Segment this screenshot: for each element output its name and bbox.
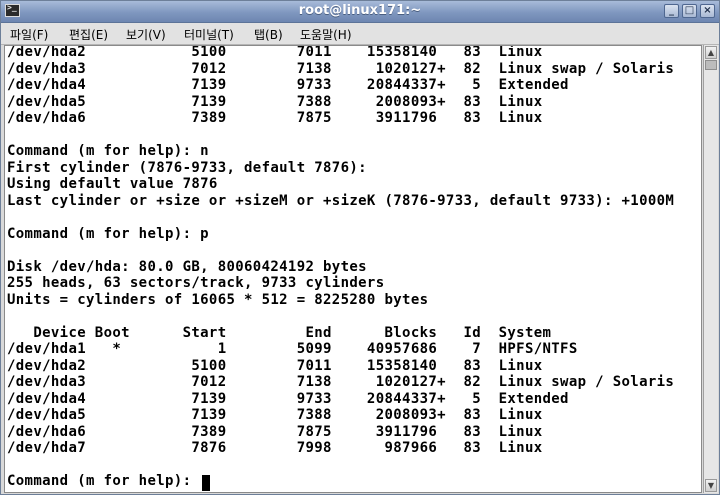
menu-edit[interactable]: 편집(E) [69, 26, 108, 43]
terminal-line: /dev/hda2 5100 7011 15358140 83 Linux [7, 357, 543, 374]
terminal-line: /dev/hda6 7389 7875 3911796 83 Linux [7, 423, 543, 440]
menu-bar: 파일(F) 편집(E) 보기(V) 터미널(T) 탭(B) 도움말(H) [1, 23, 719, 45]
terminal-line: Command (m for help): n [7, 143, 209, 159]
text-cursor [202, 475, 210, 491]
terminal-line: Using default value 7876 [7, 176, 218, 192]
terminal-line: /dev/hda3 7012 7138 1020127+ 82 Linux sw… [7, 374, 675, 390]
terminal-line: /dev/hda4 7139 9733 20844337+ 5 Extended [7, 77, 569, 93]
terminal-line: /dev/hda5 7139 7388 2008093+ 83 Linux [7, 93, 543, 110]
vertical-scrollbar[interactable]: ▲ ▼ [703, 45, 718, 493]
terminal-line: Device Boot Start End Blocks Id System [7, 324, 552, 341]
terminal-line: Last cylinder or +size or +sizeM or +siz… [7, 192, 675, 209]
menu-tabs[interactable]: 탭(B) [254, 26, 283, 43]
menu-help[interactable]: 도움말(H) [300, 26, 352, 43]
terminal-line: Disk /dev/hda: 80.0 GB, 80060424192 byte… [7, 258, 367, 275]
terminal-line: /dev/hda2 5100 7011 15358140 83 Linux [7, 45, 543, 60]
terminal-line: Command (m for help): p [7, 225, 209, 242]
terminal-line: /dev/hda5 7139 7388 2008093+ 83 Linux [7, 407, 543, 423]
maximize-button[interactable]: □ [682, 4, 697, 18]
terminal-text: /dev/hda2 5100 7011 15358140 83 Linux /d… [7, 45, 675, 490]
close-button[interactable]: × [700, 4, 715, 18]
terminal-line: /dev/hda1 * 1 5099 40957686 7 HPFS/NTFS [7, 341, 578, 357]
minimize-button[interactable]: _ [664, 4, 679, 18]
terminal-line: First cylinder (7876-9733, default 7876)… [7, 159, 367, 176]
terminal-line: Units = cylinders of 16065 * 512 = 82252… [7, 291, 429, 308]
terminal-line: /dev/hda3 7012 7138 1020127+ 82 Linux sw… [7, 60, 675, 77]
scroll-down-arrow-icon[interactable]: ▼ [705, 479, 717, 492]
terminal-line: /dev/hda6 7389 7875 3911796 83 Linux [7, 110, 543, 126]
menu-view[interactable]: 보기(V) [126, 26, 166, 43]
window-title: root@linux171:~ [298, 3, 422, 18]
terminal-line: Command (m for help): [7, 473, 201, 489]
terminal-window: root@linux171:~ _ □ × 파일(F) 편집(E) 보기(V) … [0, 0, 720, 495]
scrollbar-thumb[interactable] [705, 60, 717, 70]
title-bar[interactable]: root@linux171:~ _ □ × [1, 1, 719, 23]
terminal-line: 255 heads, 63 sectors/track, 9733 cylind… [7, 275, 385, 291]
scroll-up-arrow-icon[interactable]: ▲ [705, 46, 717, 59]
terminal-line: /dev/hda4 7139 9733 20844337+ 5 Extended [7, 390, 569, 407]
menu-terminal[interactable]: 터미널(T) [184, 26, 234, 43]
terminal-line: /dev/hda7 7876 7998 987966 83 Linux [7, 440, 543, 456]
menu-file[interactable]: 파일(F) [10, 26, 48, 43]
terminal-output[interactable]: /dev/hda2 5100 7011 15358140 83 Linux /d… [4, 45, 702, 493]
